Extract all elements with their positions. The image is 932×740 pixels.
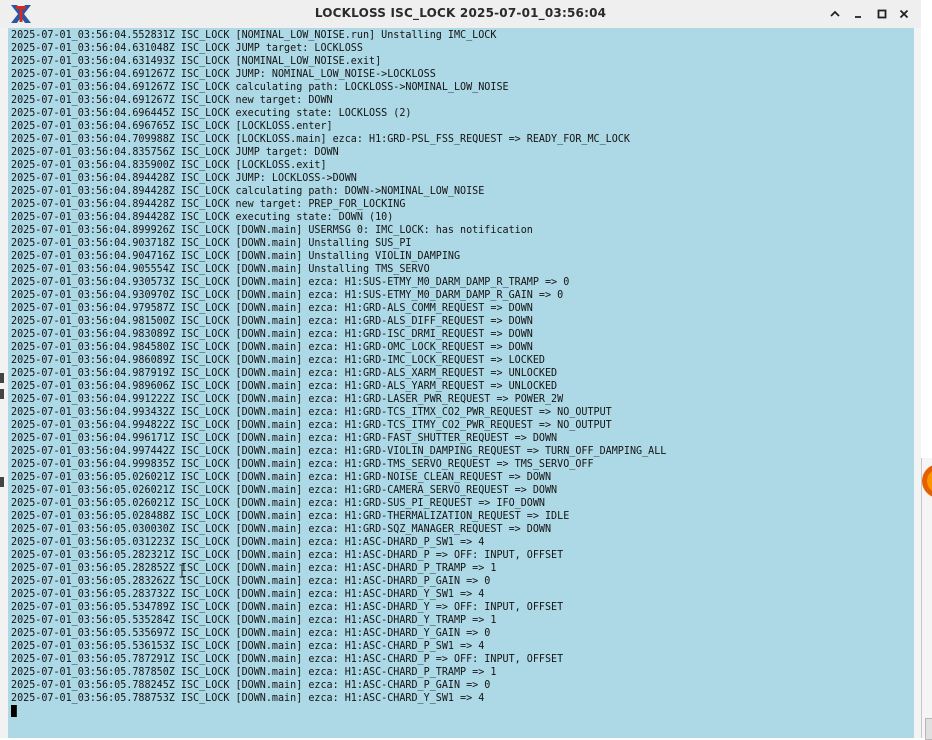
log-line: 2025-07-01_03:56:04.986089Z ISC_LOCK [DO… bbox=[11, 354, 546, 366]
log-line: 2025-07-01_03:56:05.787850Z ISC_LOCK [DO… bbox=[11, 666, 497, 678]
log-line: 2025-07-01_03:56:05.536153Z ISC_LOCK [DO… bbox=[11, 640, 485, 652]
log-line: 2025-07-01_03:56:04.994822Z ISC_LOCK [DO… bbox=[11, 419, 612, 431]
close-icon bbox=[899, 9, 909, 19]
background-text-fragment bbox=[0, 373, 4, 383]
minimize-button[interactable] bbox=[848, 4, 868, 24]
log-line: 2025-07-01_03:56:04.631048Z ISC_LOCK JUM… bbox=[11, 42, 363, 54]
log-line: 2025-07-01_03:56:04.904716Z ISC_LOCK [DO… bbox=[11, 250, 461, 262]
log-line: 2025-07-01_03:56:05.026021Z ISC_LOCK [DO… bbox=[11, 484, 558, 496]
log-line: 2025-07-01_03:56:05.787291Z ISC_LOCK [DO… bbox=[11, 653, 564, 665]
log-line: 2025-07-01_03:56:04.696445Z ISC_LOCK exe… bbox=[11, 107, 412, 119]
log-line: 2025-07-01_03:56:05.535284Z ISC_LOCK [DO… bbox=[11, 614, 497, 626]
log-line: 2025-07-01_03:56:05.788753Z ISC_LOCK [DO… bbox=[11, 692, 485, 704]
text-cursor-icon bbox=[179, 564, 185, 578]
log-line: 2025-07-01_03:56:04.983089Z ISC_LOCK [DO… bbox=[11, 328, 533, 340]
log-line: 2025-07-01_03:56:04.989606Z ISC_LOCK [DO… bbox=[11, 380, 558, 392]
log-line: 2025-07-01_03:56:04.835900Z ISC_LOCK [LO… bbox=[11, 159, 327, 171]
log-line: 2025-07-01_03:56:04.894428Z ISC_LOCK exe… bbox=[11, 211, 394, 223]
log-line: 2025-07-01_03:56:04.930970Z ISC_LOCK [DO… bbox=[11, 289, 564, 301]
window-titlebar[interactable]: LOCKLOSS ISC_LOCK 2025-07-01_03:56:04 bbox=[0, 0, 921, 29]
maximize-button[interactable] bbox=[872, 4, 892, 24]
log-line: 2025-07-01_03:56:05.282852Z ISC_LOCK [DO… bbox=[11, 562, 497, 574]
background-window-edge bbox=[0, 28, 8, 738]
chevron-up-icon bbox=[830, 10, 840, 17]
maximize-icon bbox=[877, 9, 887, 19]
log-line: 2025-07-01_03:56:05.788245Z ISC_LOCK [DO… bbox=[11, 679, 491, 691]
log-line: 2025-07-01_03:56:04.930573Z ISC_LOCK [DO… bbox=[11, 276, 570, 288]
background-window-button[interactable] bbox=[925, 718, 932, 740]
log-line: 2025-07-01_03:56:04.696765Z ISC_LOCK [LO… bbox=[11, 120, 333, 132]
log-line: 2025-07-01_03:56:05.534789Z ISC_LOCK [DO… bbox=[11, 601, 564, 613]
log-text: 2025-07-01_03:56:04.552831Z ISC_LOCK [NO… bbox=[11, 29, 666, 718]
log-line: 2025-07-01_03:56:04.894428Z ISC_LOCK JUM… bbox=[11, 172, 357, 184]
log-line: 2025-07-01_03:56:04.899926Z ISC_LOCK [DO… bbox=[11, 224, 533, 236]
log-line: 2025-07-01_03:56:04.999835Z ISC_LOCK [DO… bbox=[11, 458, 594, 470]
log-line: 2025-07-01_03:56:04.691267Z ISC_LOCK new… bbox=[11, 94, 333, 106]
log-line: 2025-07-01_03:56:04.991222Z ISC_LOCK [DO… bbox=[11, 393, 564, 405]
log-line: 2025-07-01_03:56:05.026021Z ISC_LOCK [DO… bbox=[11, 497, 546, 509]
log-line: 2025-07-01_03:56:04.993432Z ISC_LOCK [DO… bbox=[11, 406, 612, 418]
log-line: 2025-07-01_03:56:04.997442Z ISC_LOCK [DO… bbox=[11, 445, 667, 457]
terminal-output[interactable]: 2025-07-01_03:56:04.552831Z ISC_LOCK [NO… bbox=[8, 28, 914, 738]
log-line: 2025-07-01_03:56:04.894428Z ISC_LOCK cal… bbox=[11, 185, 485, 197]
log-line: 2025-07-01_03:56:04.979587Z ISC_LOCK [DO… bbox=[11, 302, 533, 314]
close-button[interactable] bbox=[894, 4, 914, 24]
log-line: 2025-07-01_03:56:04.996171Z ISC_LOCK [DO… bbox=[11, 432, 558, 444]
minimize-icon bbox=[855, 16, 861, 18]
collapse-button[interactable] bbox=[825, 4, 845, 24]
terminal-right-border bbox=[914, 28, 921, 738]
log-line: 2025-07-01_03:56:04.984580Z ISC_LOCK [DO… bbox=[11, 341, 533, 353]
log-line: 2025-07-01_03:56:04.903718Z ISC_LOCK [DO… bbox=[11, 237, 412, 249]
log-line: 2025-07-01_03:56:05.535697Z ISC_LOCK [DO… bbox=[11, 627, 491, 639]
background-text-fragment bbox=[0, 389, 4, 399]
log-line: 2025-07-01_03:56:05.283262Z ISC_LOCK [DO… bbox=[11, 575, 491, 587]
log-line: 2025-07-01_03:56:05.026021Z ISC_LOCK [DO… bbox=[11, 471, 552, 483]
log-line: 2025-07-01_03:56:04.894428Z ISC_LOCK new… bbox=[11, 198, 406, 210]
log-line: 2025-07-01_03:56:04.691267Z ISC_LOCK cal… bbox=[11, 81, 509, 93]
log-line: 2025-07-01_03:56:04.691267Z ISC_LOCK JUM… bbox=[11, 68, 436, 80]
background-text-fragment bbox=[0, 477, 4, 487]
log-line: 2025-07-01_03:56:04.631493Z ISC_LOCK [NO… bbox=[11, 55, 382, 67]
window-title: LOCKLOSS ISC_LOCK 2025-07-01_03:56:04 bbox=[314, 6, 607, 20]
firefox-icon[interactable] bbox=[921, 458, 932, 504]
log-line: 2025-07-01_03:56:04.905554Z ISC_LOCK [DO… bbox=[11, 263, 430, 275]
log-line: 2025-07-01_03:56:05.031223Z ISC_LOCK [DO… bbox=[11, 536, 485, 548]
prompt-line[interactable] bbox=[11, 705, 666, 718]
log-line: 2025-07-01_03:56:04.552831Z ISC_LOCK [NO… bbox=[11, 29, 497, 41]
log-line: 2025-07-01_03:56:05.282321Z ISC_LOCK [DO… bbox=[11, 549, 564, 561]
log-line: 2025-07-01_03:56:04.835756Z ISC_LOCK JUM… bbox=[11, 146, 339, 158]
log-line: 2025-07-01_03:56:04.987919Z ISC_LOCK [DO… bbox=[11, 367, 558, 379]
terminal-cursor bbox=[11, 705, 17, 717]
log-line: 2025-07-01_03:56:05.283732Z ISC_LOCK [DO… bbox=[11, 588, 485, 600]
log-line: 2025-07-01_03:56:04.709988Z ISC_LOCK [LO… bbox=[11, 133, 630, 145]
log-line: 2025-07-01_03:56:05.028488Z ISC_LOCK [DO… bbox=[11, 510, 570, 522]
log-line: 2025-07-01_03:56:04.981500Z ISC_LOCK [DO… bbox=[11, 315, 533, 327]
log-line: 2025-07-01_03:56:05.030030Z ISC_LOCK [DO… bbox=[11, 523, 552, 535]
